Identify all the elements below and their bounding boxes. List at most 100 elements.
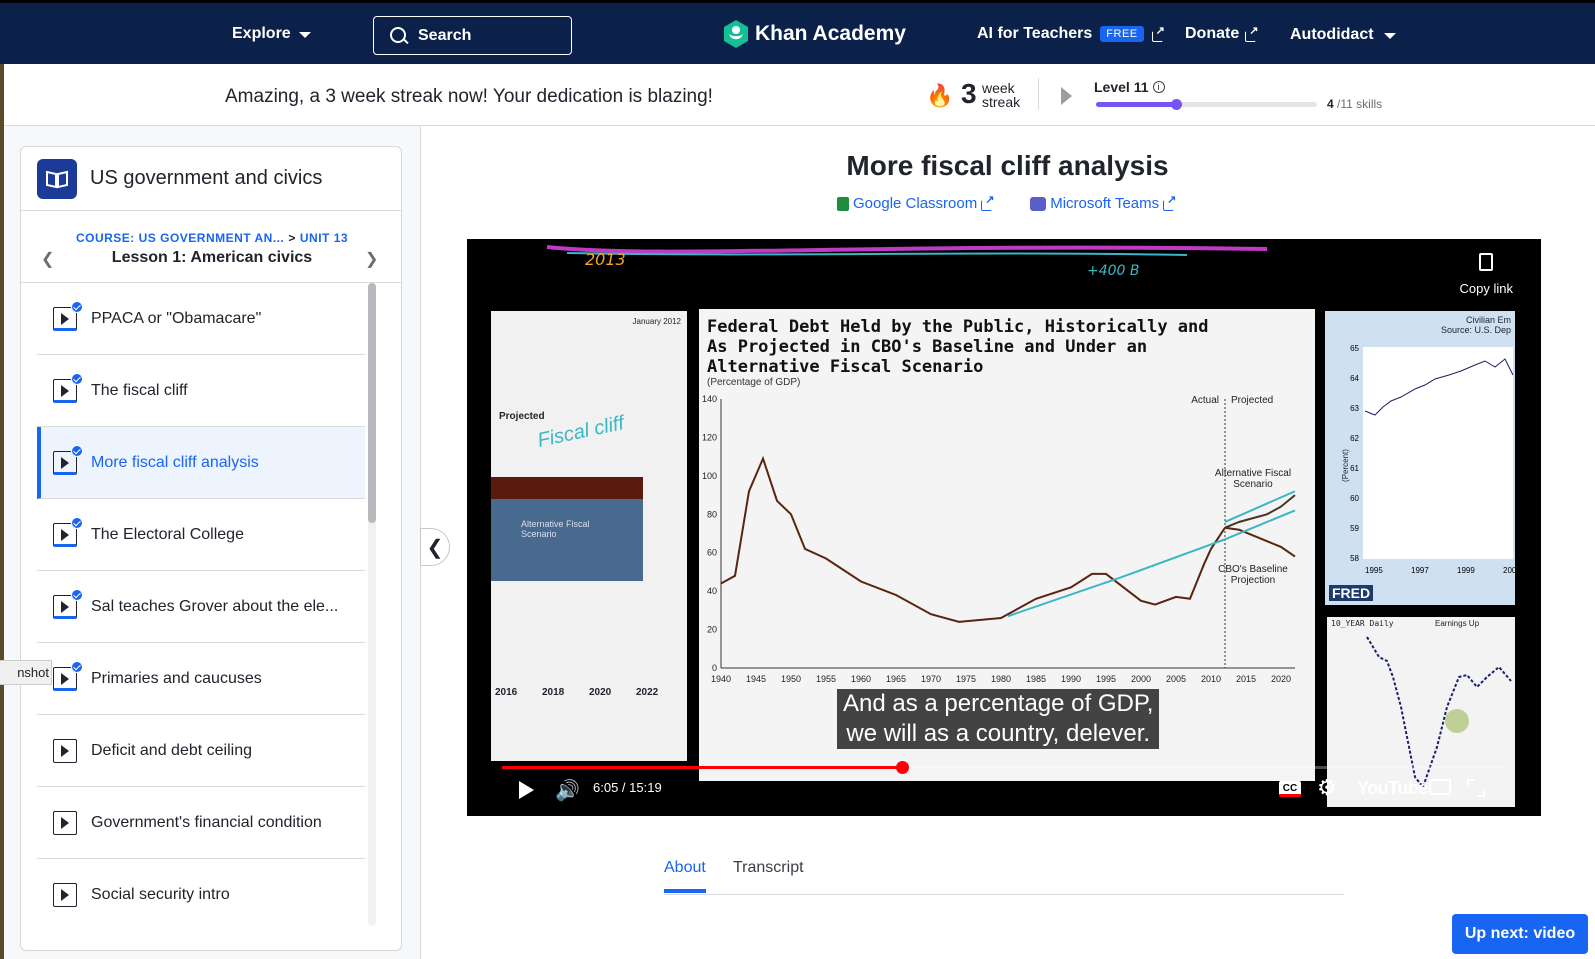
search-box[interactable]: Search <box>373 16 572 55</box>
breadcrumb: COURSE: US GOVERNMENT AN... > UNIT 13 ❮ Le… <box>21 211 401 283</box>
list-item[interactable]: PPACA or "Obamacare" <box>37 283 365 355</box>
volume-icon[interactable]: 🔊 <box>555 778 580 803</box>
left-panel-date: January 2012 <box>632 317 681 326</box>
y-tick-label: 62 <box>1350 434 1359 443</box>
x-tick-label: 2020 <box>1271 674 1291 684</box>
list-item-label: Government's financial condition <box>91 813 322 831</box>
up-next-button[interactable]: Up next: video <box>1452 914 1588 954</box>
gear-icon[interactable]: ⚙ <box>1317 775 1337 801</box>
streak-count: 3 <box>961 78 977 109</box>
list-item[interactable]: Sal teaches Grover about the ele... <box>37 571 365 643</box>
copy-icon <box>1479 253 1494 271</box>
list-item[interactable]: The fiscal cliff <box>37 355 365 427</box>
donate-link[interactable]: Donate <box>1185 24 1258 43</box>
x-tick-label: 1995 <box>1365 566 1383 575</box>
list-item[interactable]: Government's financial condition <box>37 787 365 859</box>
breadcrumb-course[interactable]: COURSE: US GOVERNMENT AN... <box>76 231 284 245</box>
flame-icon: 🔥 <box>926 83 954 108</box>
x-tick-label: 1985 <box>1026 674 1046 684</box>
y-tick-label: 64 <box>1350 374 1359 383</box>
y-tick-label: 65 <box>1350 344 1359 353</box>
list-item-label: Primaries and caucuses <box>91 669 262 687</box>
skills-done: 4 <box>1327 97 1334 111</box>
checkmark-icon <box>71 300 83 313</box>
fullscreen-icon[interactable] <box>1467 779 1485 797</box>
scrollbar-thumb[interactable] <box>368 283 376 523</box>
left-panel-label: Projected <box>499 411 545 422</box>
tab-transcript[interactable]: Transcript <box>733 859 804 877</box>
microsoft-teams-icon <box>1030 196 1047 211</box>
list-item-label: More fiscal cliff analysis <box>91 453 259 471</box>
microsoft-teams-link[interactable]: Microsoft Teams <box>1030 193 1176 212</box>
list-item-label: Social security intro <box>91 885 230 903</box>
copy-link-button[interactable]: Copy link <box>1460 253 1513 296</box>
ai-for-teachers-label: AI for Teachers <box>977 25 1093 42</box>
brand-logo[interactable]: Khan Academy <box>723 20 906 48</box>
series-line <box>1224 526 1296 558</box>
list-item[interactable]: The Electoral College <box>37 499 365 571</box>
video-scrubber[interactable] <box>895 761 909 774</box>
video-time: 6:05 / 15:19 <box>593 780 662 795</box>
list-item[interactable]: Primaries and caucuses <box>37 643 365 715</box>
y-tick-label: 120 <box>702 432 717 442</box>
breadcrumb-unit[interactable]: UNIT 13 <box>300 231 348 245</box>
x-tick-label: 1970 <box>921 674 941 684</box>
x-tick-label: 2001 <box>1503 566 1515 575</box>
x-tick-label: 2005 <box>1166 674 1186 684</box>
top-nav: Explore Search Khan Academy AI for Teach… <box>0 0 1595 64</box>
caption-line-2: we will as a country, delever. <box>846 720 1151 747</box>
user-menu[interactable]: Autodidact <box>1290 26 1396 44</box>
level-text: Level 11 <box>1094 79 1149 95</box>
list-item-label: Sal teaches Grover about the ele... <box>91 597 339 615</box>
list-item[interactable]: Social security intro <box>37 859 365 929</box>
x-tick-label: 1950 <box>781 674 801 684</box>
sidebar-scrollbar[interactable] <box>368 283 376 926</box>
video-icon <box>53 300 83 331</box>
share-links: Google Classroom Microsoft Teams <box>837 193 1176 212</box>
google-classroom-link[interactable]: Google Classroom <box>837 193 994 212</box>
x-tick-label: 1940 <box>711 674 731 684</box>
checkmark-icon <box>71 372 83 385</box>
list-item-label: Deficit and debt ceiling <box>91 741 252 759</box>
list-item[interactable]: More fiscal cliff analysis <box>37 427 365 499</box>
y-tick-label: 80 <box>707 509 717 519</box>
chevron-right-icon[interactable]: ❯ <box>365 249 378 269</box>
video-progress-bar[interactable] <box>502 761 1506 774</box>
left-panel-scenario: Alternative Fiscal Scenario <box>521 519 590 539</box>
level-progress-knob <box>1170 99 1182 110</box>
list-item[interactable]: Deficit and debt ceiling <box>37 715 365 787</box>
khan-leaf-icon <box>724 20 748 48</box>
play-icon[interactable] <box>1061 87 1072 105</box>
y-tick-label: 61 <box>1350 464 1359 473</box>
skills-total: /11 skills <box>1337 97 1383 111</box>
airplay-icon[interactable] <box>1429 779 1451 795</box>
google-classroom-label: Google Classroom <box>853 195 978 212</box>
captions-button[interactable]: CC <box>1279 781 1301 797</box>
level-label: Level 11 i <box>1094 79 1165 95</box>
course-header[interactable]: US government and civics <box>21 147 401 211</box>
series-line <box>1224 494 1296 529</box>
info-icon[interactable]: i <box>1152 81 1165 93</box>
external-link-icon <box>1163 193 1176 211</box>
streak-unit: week streak <box>982 80 1021 110</box>
video-player[interactable]: +400 B 2013 Copy link January 2012 Proje… <box>467 239 1541 816</box>
youtube-logo[interactable]: YouTube <box>1357 778 1428 799</box>
external-link-icon <box>981 193 994 211</box>
video-icon <box>53 882 77 907</box>
svg-text:2013: 2013 <box>585 250 626 269</box>
content-tabs: About Transcript <box>664 855 1344 895</box>
left-panel-axis: 2016 2018 2020 2022 <box>491 687 687 701</box>
play-icon[interactable] <box>519 781 534 799</box>
svg-text:+400 B: +400 B <box>1087 263 1140 279</box>
y-tick-label: 59 <box>1350 524 1359 533</box>
tab-about[interactable]: About <box>664 859 706 893</box>
streak-bar: Amazing, a 3 week streak now! Your dedic… <box>4 64 1595 126</box>
explore-menu[interactable]: Explore <box>232 25 311 43</box>
baseline-label: CBO's Baseline Projection <box>1218 564 1288 586</box>
video-progress-fill <box>502 766 902 769</box>
x-tick-label: 2010 <box>1201 674 1221 684</box>
screenshot-tab[interactable]: nshot <box>0 660 52 685</box>
search-label: Search <box>418 26 472 44</box>
ai-for-teachers-link[interactable]: AI for Teachers FREE <box>977 24 1165 43</box>
video-panel-left: January 2012 Projected Fiscal cliff Alte… <box>491 311 687 761</box>
